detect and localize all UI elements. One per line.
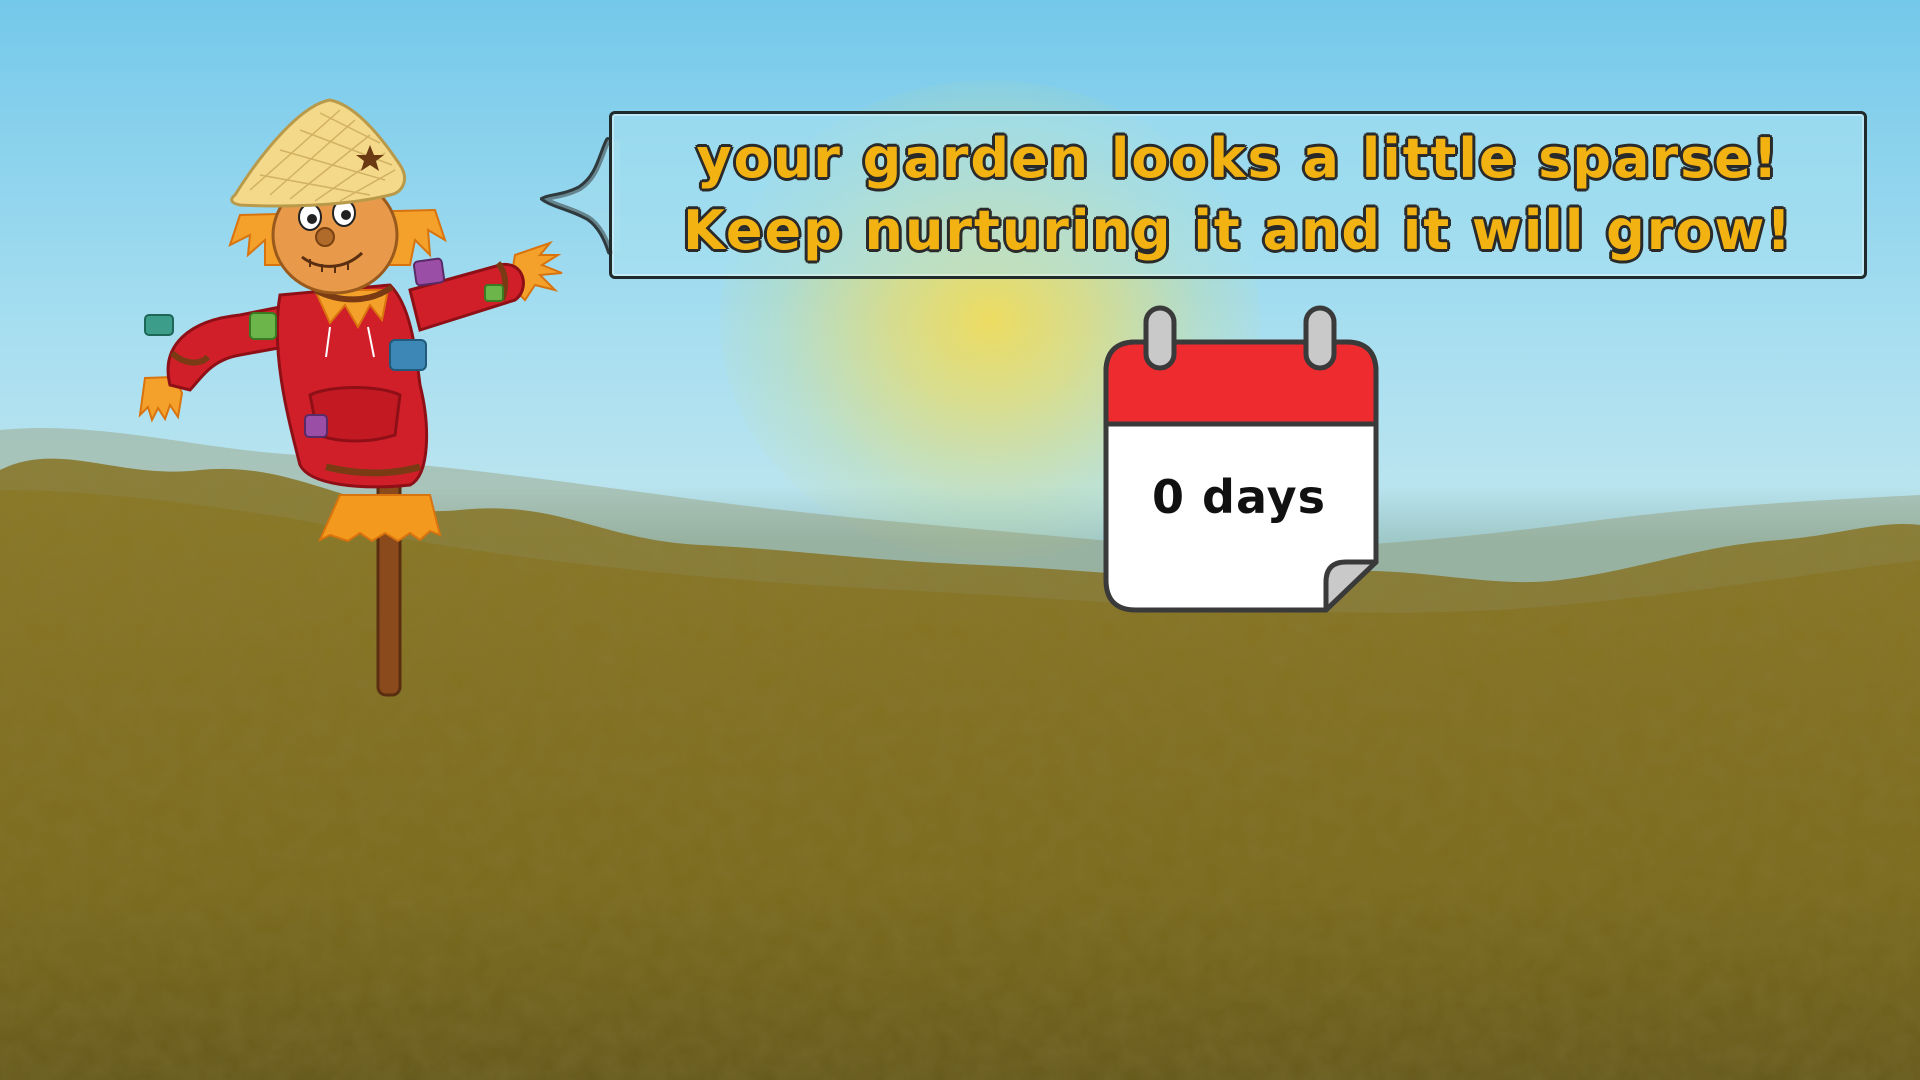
day-counter-label: 0 days — [1152, 470, 1326, 524]
game-scene: your garden looks a little sparse! Keep … — [0, 0, 1920, 1080]
speech-bubble: your garden looks a little sparse! Keep … — [609, 111, 1867, 279]
calendar-icon — [1103, 305, 1379, 613]
speech-line-2: Keep nurturing it and it will grow! — [682, 199, 1794, 262]
speech-line-1: your garden looks a little sparse! — [696, 127, 1780, 190]
scarecrow — [138, 98, 563, 697]
